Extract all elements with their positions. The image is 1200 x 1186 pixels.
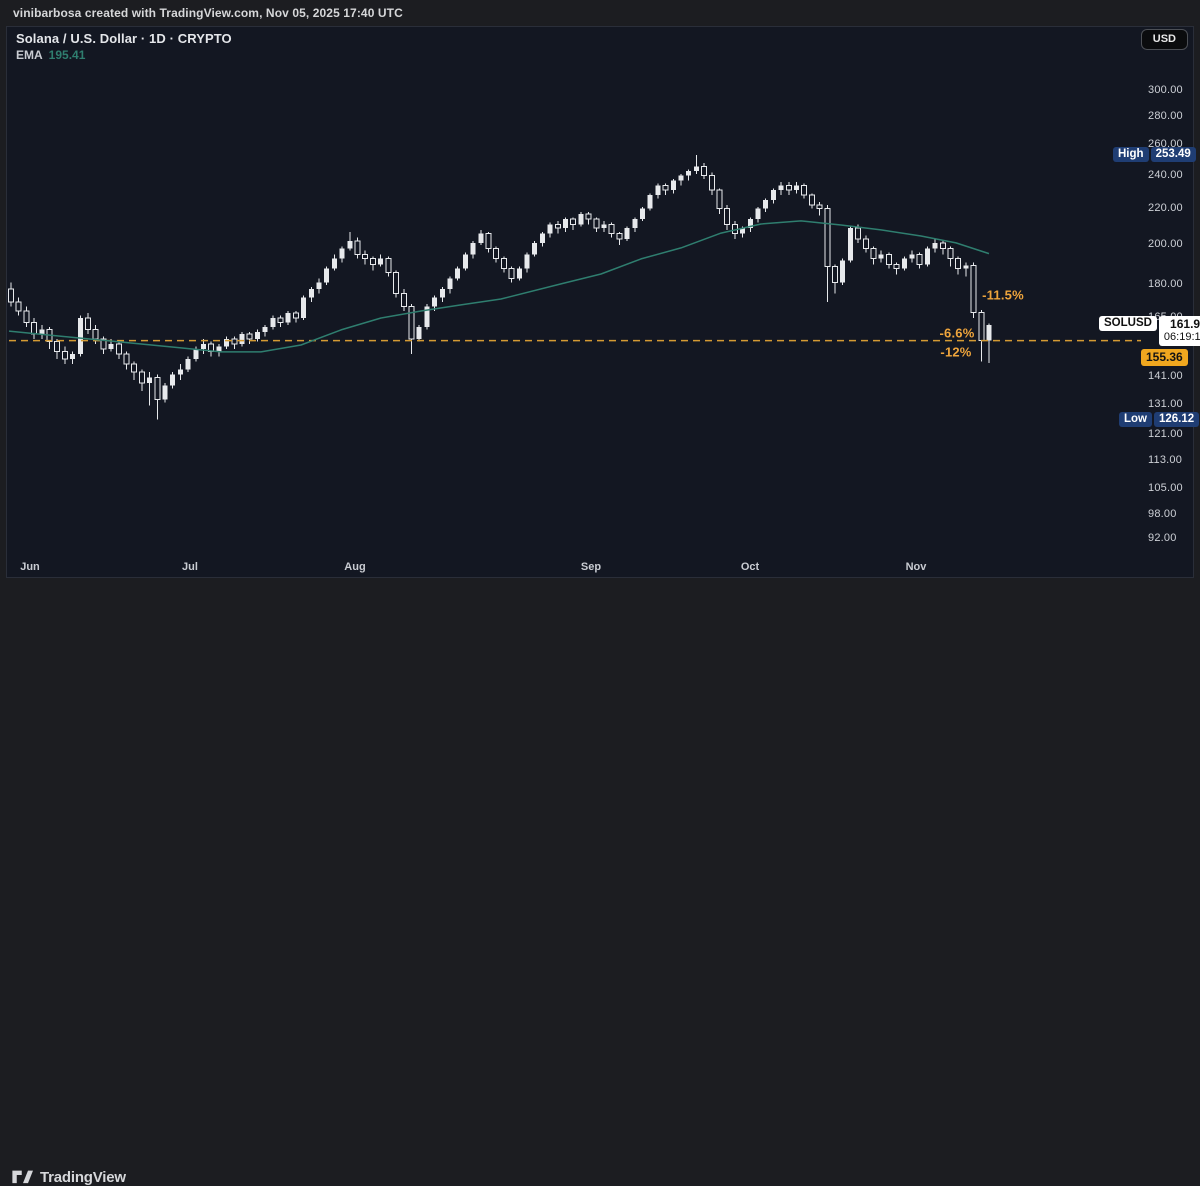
- last-price-value: 161.98: [1164, 317, 1200, 331]
- price-tick: 98.00: [1148, 508, 1177, 520]
- price-tick: 92.00: [1148, 532, 1177, 544]
- price-tick: 240.00: [1148, 169, 1183, 181]
- ema-value: 195.41: [49, 48, 86, 62]
- currency-toggle-button[interactable]: USD: [1141, 29, 1188, 50]
- low-marker-label: Low: [1119, 412, 1152, 427]
- chart-legend: Solana / U.S. Dollar · 1D · CRYPTO EMA 19…: [16, 31, 232, 62]
- prev-close-value: 155.36: [1141, 349, 1188, 366]
- candles-layer: [9, 155, 992, 420]
- tradingview-logo[interactable]: TradingView: [12, 1169, 126, 1186]
- chart-panel: Solana / U.S. Dollar · 1D · CRYPTO EMA 19…: [6, 26, 1194, 578]
- percent-change-label: -12%: [940, 345, 971, 360]
- ema-indicator-row: EMA 195.41: [16, 48, 232, 62]
- current-price-badge: SOLUSD161.9806:19:17: [1099, 316, 1200, 346]
- last-price-chip: 161.9806:19:17: [1159, 316, 1200, 346]
- symbol-chip: SOLUSD: [1099, 316, 1157, 331]
- price-tick: 300.00: [1148, 84, 1183, 96]
- price-tick: 200.00: [1148, 238, 1183, 250]
- low-badge: Low126.12: [1119, 412, 1199, 427]
- price-tick: 105.00: [1148, 482, 1183, 494]
- price-tick: 141.00: [1148, 370, 1183, 382]
- price-tick: 131.00: [1148, 398, 1183, 410]
- month-label: Oct: [741, 561, 759, 573]
- month-label: Nov: [906, 561, 927, 573]
- month-label: Jul: [182, 561, 198, 573]
- ema-label: EMA: [16, 48, 43, 62]
- ema-line: [9, 221, 989, 352]
- tradingview-mark-icon: [12, 1170, 34, 1185]
- price-tick: 121.00: [1148, 428, 1183, 440]
- attribution-text: vinibarbosa created with TradingView.com…: [13, 6, 403, 20]
- symbol-title: Solana / U.S. Dollar · 1D · CRYPTO: [16, 31, 232, 46]
- tradingview-screenshot: vinibarbosa created with TradingView.com…: [0, 0, 1200, 625]
- price-tick: 280.00: [1148, 110, 1183, 122]
- price-tick: 220.00: [1148, 202, 1183, 214]
- high-badge: High253.49: [1113, 147, 1196, 162]
- price-tick: 113.00: [1148, 454, 1182, 466]
- prev-close-badge: 155.36: [1141, 349, 1188, 366]
- tradingview-logo-text: TradingView: [40, 1169, 126, 1186]
- candlestick-chart[interactable]: [7, 27, 1195, 579]
- percent-change-label: -6.6%: [940, 326, 975, 341]
- month-label: Sep: [581, 561, 601, 573]
- footer-bar: TradingView: [0, 578, 1200, 625]
- month-label: Aug: [344, 561, 365, 573]
- high-marker-value: 253.49: [1151, 147, 1196, 162]
- month-label: Jun: [20, 561, 40, 573]
- high-marker-label: High: [1113, 147, 1149, 162]
- percent-change-label: -11.5%: [982, 288, 1024, 303]
- low-marker-value: 126.12: [1154, 412, 1199, 427]
- price-tick: 180.00: [1148, 278, 1183, 290]
- countdown-timer: 06:19:17: [1164, 331, 1200, 344]
